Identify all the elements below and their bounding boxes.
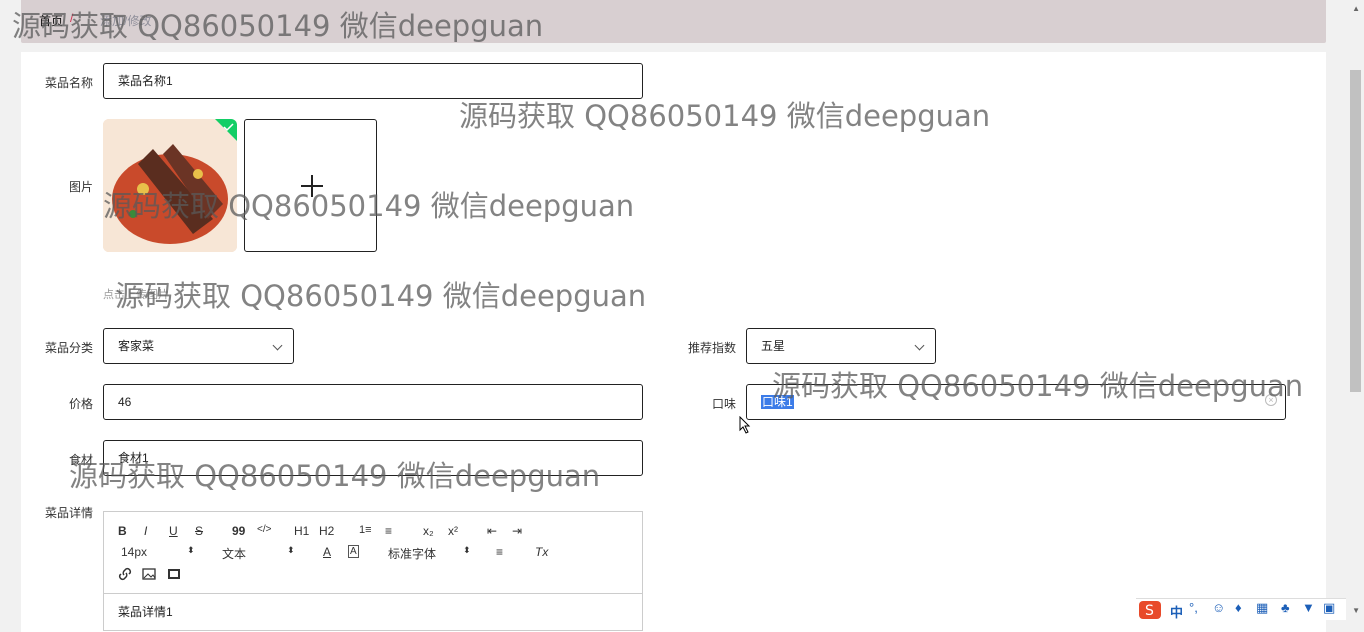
chevron-down-icon [914, 340, 925, 351]
chevron-down-icon [272, 340, 283, 351]
link-icon[interactable] [118, 567, 132, 581]
bold-button[interactable]: B [118, 524, 127, 538]
text-style-arrow-icon: ⬍ [287, 545, 295, 555]
emoji-icon[interactable]: ☺ [1212, 600, 1225, 615]
font-color-button[interactable]: A [323, 545, 331, 559]
text-style-select[interactable]: 文本 [222, 545, 246, 562]
taste-label: 口味 [711, 397, 736, 411]
quote-button[interactable]: 99 [232, 524, 245, 538]
italic-button[interactable]: I [144, 524, 147, 538]
price-label: 价格 [68, 397, 93, 411]
strike-button[interactable]: S [195, 524, 203, 538]
price-input[interactable]: 46 [103, 384, 643, 420]
category-label: 菜品分类 [44, 341, 93, 355]
punctuation-icon[interactable]: °, [1189, 600, 1198, 615]
h1-button[interactable]: H1 [294, 524, 309, 538]
ime-toolbar: S 中 °, ☺ ♦ ▦ ♣ ▼ ▣ [1136, 598, 1346, 620]
ordered-list-button[interactable]: 1≡ [359, 524, 372, 536]
rating-label: 推荐指数 [687, 341, 736, 355]
scroll-down-icon[interactable]: ▼ [1352, 606, 1360, 615]
code-button[interactable]: </> [257, 524, 271, 535]
ime-language-button[interactable]: 中 [1170, 602, 1183, 621]
category-select[interactable]: 客家菜 [103, 328, 294, 364]
name-label: 菜品名称 [44, 76, 93, 90]
editor-toolbar: B I U S 99 </> H1 H2 1≡ ≡ x₂ x² ⇤ ⇥ 14px… [104, 512, 642, 594]
font-size-arrow-icon: ⬍ [187, 545, 195, 555]
scrollbar-thumb[interactable] [1350, 70, 1361, 392]
sogou-logo-icon[interactable]: S [1138, 600, 1162, 620]
watermark: 源码获取 QQ86050149 微信deepguan [115, 279, 647, 313]
watermark: 源码获取 QQ86050149 微信deepguan [103, 189, 635, 223]
image-icon[interactable] [142, 567, 156, 581]
watermark: 源码获取 QQ86050149 微信deepguan [12, 9, 544, 43]
editor-content[interactable]: 菜品详情1 [118, 603, 173, 620]
category-value: 客家菜 [118, 339, 155, 353]
bullet-list-button[interactable]: ≡ [385, 524, 392, 538]
skin-icon[interactable]: ▼ [1302, 600, 1315, 615]
align-button[interactable]: ≡ [496, 545, 503, 559]
outdent-button[interactable]: ⇤ [487, 524, 497, 538]
font-family-select[interactable]: 标准字体 [388, 545, 436, 562]
font-family-arrow-icon: ⬍ [463, 545, 471, 555]
watermark: 源码获取 QQ86050149 微信deepguan [772, 369, 1304, 403]
page-scrollbar[interactable]: ▲ ▼ [1347, 0, 1364, 620]
microphone-icon[interactable]: ♦ [1235, 600, 1242, 615]
keyboard-icon[interactable]: ▦ [1256, 600, 1268, 616]
watermark: 源码获取 QQ86050149 微信deepguan [69, 459, 601, 493]
detail-label: 菜品详情 [44, 506, 93, 520]
bg-color-button[interactable]: A [348, 545, 359, 558]
subscript-button[interactable]: x₂ [423, 524, 434, 538]
clear-format-button[interactable]: Tx [535, 545, 548, 559]
rating-select[interactable]: 五星 [746, 328, 936, 364]
image-label: 图片 [68, 180, 93, 194]
rating-value: 五星 [761, 339, 786, 353]
indent-button[interactable]: ⇥ [512, 524, 522, 538]
toolbox-icon[interactable]: ▣ [1323, 600, 1335, 616]
watermark: 源码获取 QQ86050149 微信deepguan [459, 99, 991, 133]
user-icon[interactable]: ♣ [1281, 600, 1290, 615]
svg-text:S: S [1145, 603, 1154, 619]
underline-button[interactable]: U [169, 524, 178, 538]
font-size-select[interactable]: 14px [121, 545, 147, 559]
scroll-up-icon[interactable]: ▲ [1352, 4, 1360, 13]
mouse-cursor-icon [739, 416, 751, 434]
superscript-button[interactable]: x² [448, 524, 458, 538]
h2-button[interactable]: H2 [319, 524, 334, 538]
rich-text-editor[interactable]: B I U S 99 </> H1 H2 1≡ ≡ x₂ x² ⇤ ⇥ 14px… [103, 511, 643, 631]
video-icon[interactable] [167, 567, 181, 581]
